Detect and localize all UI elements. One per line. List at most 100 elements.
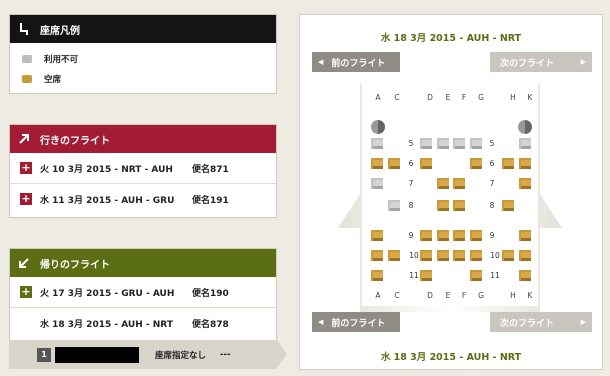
seat-7e[interactable] <box>437 178 449 189</box>
seatmap-header-title: 水 18 3月 2015 - AUH - NRT <box>380 33 522 44</box>
next-flight-label: 次のフライト <box>500 318 555 329</box>
flight-row[interactable]: + 水 11 3月 2015 - AUH - GRU 便名191 <box>10 184 276 214</box>
seat-legend-panel: 座席凡例 利用不可 空席 <box>9 14 277 94</box>
next-flight-button-bottom[interactable]: 次のフライト ▶ <box>490 312 592 332</box>
seat-9d[interactable] <box>420 230 432 241</box>
seat-6a[interactable] <box>371 158 383 169</box>
flight-row[interactable]: + 火 17 3月 2015 - GRU - AUH 便名190 <box>10 277 276 308</box>
row-number: 10 <box>409 251 419 260</box>
column-label-a: A <box>375 93 381 102</box>
seat-9e[interactable] <box>437 230 449 241</box>
arrow-down-left-icon <box>16 255 32 271</box>
seat-7f[interactable] <box>453 178 465 189</box>
column-label-h: H <box>510 93 516 102</box>
column-label-c: C <box>394 291 400 300</box>
row-number: 6 <box>489 159 495 168</box>
plus-icon[interactable]: + <box>20 162 32 174</box>
seat-legend-header: 座席凡例 <box>10 15 276 43</box>
seat-8e[interactable] <box>437 200 449 211</box>
seat-6d[interactable] <box>420 158 432 169</box>
flight-number: 便名191 <box>192 195 229 206</box>
row-number: 8 <box>408 201 414 210</box>
seat-legend-title: 座席凡例 <box>40 25 80 37</box>
seat-9g[interactable] <box>470 230 482 241</box>
seat-10a[interactable] <box>371 250 383 261</box>
column-label-e: E <box>445 291 451 300</box>
prev-flight-button[interactable]: ◀ 前のフライト <box>312 52 400 72</box>
seat-7a <box>371 178 383 189</box>
chevron-right-icon: ▶ <box>580 318 586 326</box>
seat-10e[interactable] <box>437 250 449 261</box>
column-label-k: K <box>527 93 533 102</box>
seat-5k <box>519 138 531 149</box>
seat-9a[interactable] <box>371 230 383 241</box>
flight-route: 火 17 3月 2015 - GRU - AUH <box>40 288 175 299</box>
flight-number: 便名871 <box>192 164 229 175</box>
column-label-f: F <box>461 93 467 102</box>
seat-10k[interactable] <box>519 250 531 261</box>
seat-value: --- <box>220 349 231 360</box>
active-row-pointer <box>277 340 287 368</box>
plus-icon[interactable]: + <box>20 286 32 298</box>
flight-row-selected[interactable]: 水 18 3月 2015 - AUH - NRT 便名878 <box>10 308 276 338</box>
column-label-e: E <box>445 93 451 102</box>
available-seat-icon <box>22 75 32 83</box>
row-number: 8 <box>489 201 495 210</box>
seat-6h[interactable] <box>502 158 514 169</box>
next-flight-button[interactable]: 次のフライト ▶ <box>490 52 592 72</box>
seatmap-grid <box>362 80 538 306</box>
outbound-title: 行きのフライト <box>40 135 110 147</box>
seat-6g[interactable] <box>470 158 482 169</box>
seat-10c[interactable] <box>388 250 400 261</box>
flight-route: 水 18 3月 2015 - AUH - NRT <box>40 319 173 330</box>
row-number: 9 <box>489 231 495 240</box>
prev-flight-button-bottom[interactable]: ◀ 前のフライト <box>312 312 400 332</box>
flight-number: 便名878 <box>192 319 229 330</box>
seat-10d[interactable] <box>420 250 432 261</box>
seat-6c[interactable] <box>388 158 400 169</box>
column-label-d: D <box>427 93 433 102</box>
unavailable-seat-icon <box>22 55 32 63</box>
flight-row[interactable]: + 火 10 3月 2015 - NRT - AUH 便名871 <box>10 153 276 184</box>
column-label-d: D <box>427 291 433 300</box>
column-label-h: H <box>510 291 516 300</box>
return-header: 帰りのフライト <box>10 249 276 277</box>
seat-9k[interactable] <box>519 230 531 241</box>
seat-5g <box>470 138 482 149</box>
seat-10f[interactable] <box>453 250 465 261</box>
column-label-k: K <box>527 291 533 300</box>
row-number: 11 <box>490 271 500 280</box>
row-number: 6 <box>408 159 414 168</box>
seat-6k[interactable] <box>519 158 531 169</box>
row-number: 7 <box>408 179 414 188</box>
column-label-f: F <box>461 291 467 300</box>
seat-10g[interactable] <box>470 250 482 261</box>
row-number: 5 <box>489 139 495 148</box>
passenger-seat-row[interactable]: 1 座席指定なし --- <box>9 340 277 369</box>
seat-11d[interactable] <box>420 270 432 281</box>
flight-route: 火 10 3月 2015 - NRT - AUH <box>40 164 173 175</box>
seat-11k[interactable] <box>519 270 531 281</box>
seat-7k[interactable] <box>519 178 531 189</box>
seat-8f[interactable] <box>453 200 465 211</box>
seat-5d <box>420 138 432 149</box>
row-number: 5 <box>408 139 414 148</box>
chevron-left-icon: ◀ <box>318 318 324 326</box>
row-number: 7 <box>489 179 495 188</box>
legend-item-unavailable: 利用不可 <box>10 49 276 69</box>
column-label-c: C <box>394 93 400 102</box>
column-label-g: G <box>478 291 484 300</box>
seat-11g[interactable] <box>470 270 482 281</box>
flight-route: 水 11 3月 2015 - AUH - GRU <box>40 195 175 206</box>
plus-icon[interactable]: + <box>20 193 32 205</box>
chevron-left-icon: ◀ <box>318 58 324 66</box>
seat-8h[interactable] <box>502 200 514 211</box>
seat-icon <box>16 21 32 37</box>
row-number: 10 <box>490 251 500 260</box>
legend-label-available: 空席 <box>44 75 62 85</box>
seat-10h[interactable] <box>502 250 514 261</box>
seat-5f <box>453 138 465 149</box>
seat-11a[interactable] <box>371 270 383 281</box>
seat-9f[interactable] <box>453 230 465 241</box>
prev-flight-label: 前のフライト <box>331 318 386 329</box>
